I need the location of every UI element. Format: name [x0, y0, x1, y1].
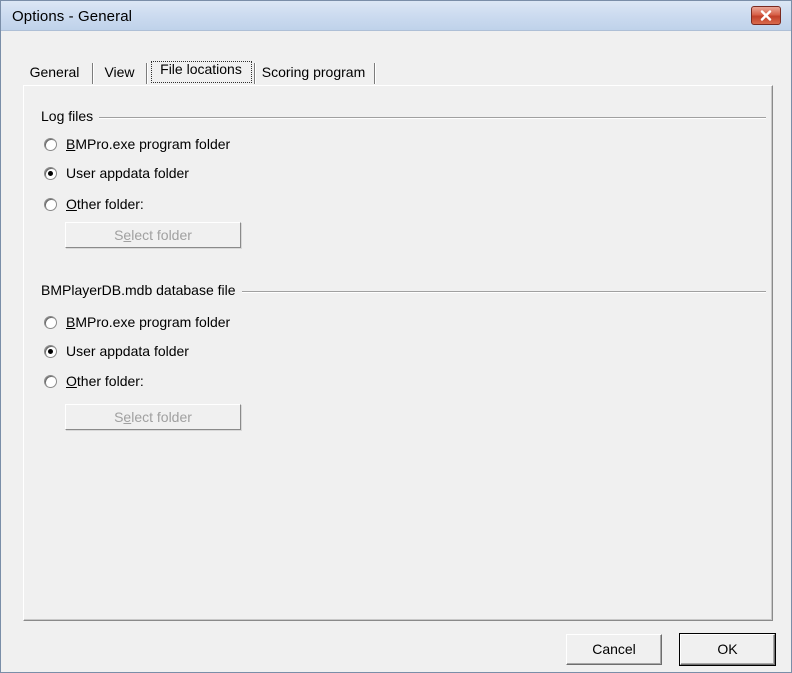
tab-view-label: View: [104, 64, 135, 80]
log-radio-program-folder[interactable]: BMPro.exe program folder: [44, 134, 230, 154]
close-icon: [760, 10, 772, 21]
radio-button[interactable]: [44, 137, 57, 151]
ok-button[interactable]: OK: [679, 633, 776, 666]
tab-focus-rect: [151, 61, 252, 83]
log-files-group-label: Log files: [41, 108, 100, 124]
radio-label: User appdata folder: [66, 165, 189, 181]
window-title: Options - General: [12, 8, 133, 25]
log-radio-user-appdata[interactable]: User appdata folder: [44, 163, 189, 183]
tab-general-label: General: [29, 64, 80, 80]
close-button[interactable]: [751, 6, 781, 25]
tab-separator: [146, 63, 147, 84]
db-radio-program-folder[interactable]: BMPro.exe program folder: [44, 312, 230, 332]
log-radio-other-folder[interactable]: Other folder:: [44, 194, 144, 214]
radio-label: BMPro.exe program folder: [66, 136, 231, 152]
radio-button[interactable]: [44, 315, 57, 329]
db-radio-user-appdata[interactable]: User appdata folder: [44, 341, 189, 361]
tab-scoring-program[interactable]: Scoring program: [256, 61, 371, 85]
tab-view[interactable]: View: [95, 61, 144, 85]
radio-label: BMPro.exe program folder: [66, 314, 231, 330]
radio-label: Other folder:: [66, 373, 144, 389]
db-radio-other-folder[interactable]: Other folder:: [44, 371, 144, 391]
radio-label: User appdata folder: [66, 343, 189, 359]
tab-separator: [254, 63, 255, 84]
options-dialog: Options - General General View File loca…: [0, 0, 792, 673]
tab-scoring-program-label: Scoring program: [261, 64, 366, 80]
title-bar: Options - General: [1, 1, 791, 31]
log-select-folder-button[interactable]: Select folder: [65, 222, 241, 248]
radio-button-checked[interactable]: [44, 344, 57, 358]
cancel-button[interactable]: Cancel: [566, 634, 662, 665]
radio-button-checked[interactable]: [44, 166, 57, 180]
tab-general[interactable]: General: [18, 61, 91, 85]
radio-label: Other folder:: [66, 196, 144, 212]
tab-separator: [374, 63, 375, 84]
database-file-group-label: BMPlayerDB.mdb database file: [41, 282, 242, 298]
radio-button[interactable]: [44, 374, 57, 388]
tab-separator: [92, 63, 93, 84]
log-files-rule: [41, 117, 766, 119]
db-select-folder-button[interactable]: Select folder: [65, 404, 241, 430]
radio-button[interactable]: [44, 197, 57, 211]
